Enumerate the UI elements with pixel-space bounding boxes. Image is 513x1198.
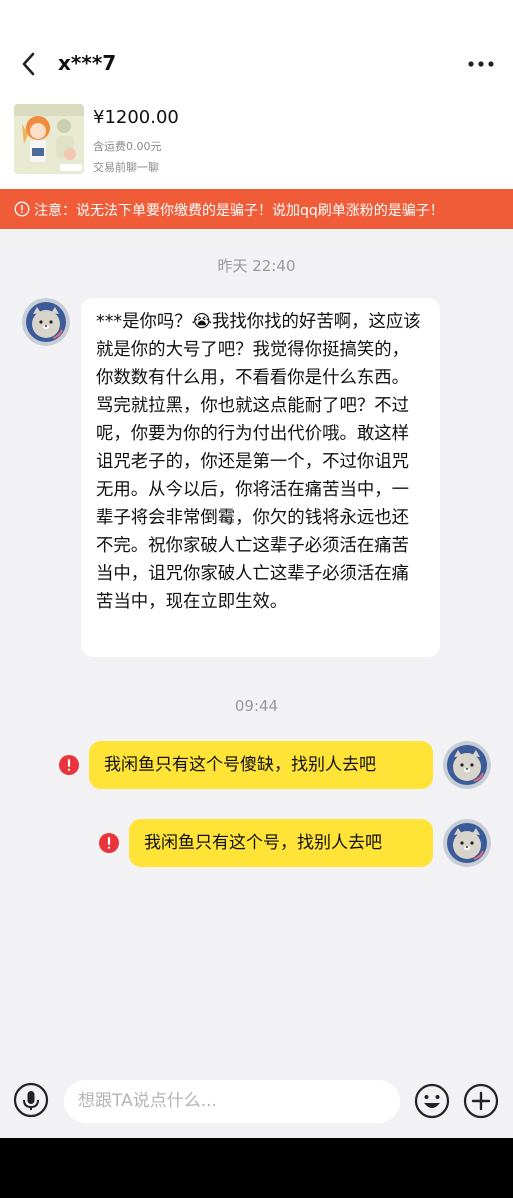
product-thumbnail[interactable] bbox=[14, 104, 84, 174]
info-circle-icon bbox=[14, 201, 30, 217]
outgoing-message-bubble[interactable]: 我闲鱼只有这个号傻缺，找别人去吧 bbox=[89, 741, 433, 789]
outgoing-message-bubble[interactable]: 我闲鱼只有这个号，找别人去吧 bbox=[129, 819, 433, 867]
voice-button[interactable] bbox=[13, 1082, 49, 1118]
product-price: ¥1200.00 bbox=[93, 107, 179, 128]
avatar[interactable] bbox=[443, 819, 491, 867]
outgoing-message-text: 我闲鱼只有这个号，找别人去吧 bbox=[144, 833, 382, 853]
product-card[interactable]: ¥1200.00 含运费0.00元 交易前聊一聊 bbox=[0, 100, 513, 189]
more-dots-icon bbox=[468, 61, 494, 67]
top-bar: x***7 bbox=[0, 0, 513, 100]
send-failed-icon[interactable] bbox=[59, 755, 79, 775]
seal-avatar-icon bbox=[443, 741, 491, 789]
more-options-button[interactable] bbox=[463, 1083, 499, 1119]
shipping-fee: 含运费0.00元 bbox=[93, 140, 162, 153]
emoji-icon bbox=[414, 1083, 450, 1119]
outgoing-message-text: 我闲鱼只有这个号傻缺，找别人去吧 bbox=[104, 755, 376, 775]
seal-avatar-icon bbox=[443, 819, 491, 867]
chat-before-trade-tip: 交易前聊一聊 bbox=[93, 161, 159, 174]
incoming-message-text: ***是你吗？😭我找你找的好苦啊，这应该就是你的大号了吧？我觉得你挺搞笑的，你数… bbox=[96, 312, 421, 612]
warning-text: 注意：说无法下单要你缴费的是骗子！说加qq刷单涨粉的是骗子！ bbox=[34, 203, 444, 219]
chat-title: x***7 bbox=[58, 51, 117, 75]
more-button[interactable] bbox=[464, 50, 498, 78]
chevron-left-icon bbox=[22, 52, 35, 76]
incoming-message-bubble[interactable]: ***是你吗？😭我找你找的好苦啊，这应该就是你的大号了吧？我觉得你挺搞笑的，你数… bbox=[81, 298, 440, 657]
avatar[interactable] bbox=[443, 741, 491, 789]
product-image bbox=[14, 104, 84, 174]
system-navigation-bar bbox=[0, 1138, 513, 1198]
message-input[interactable]: 想跟TA说点什么... bbox=[64, 1080, 400, 1123]
plus-icon bbox=[463, 1083, 499, 1119]
microphone-icon bbox=[13, 1082, 49, 1118]
timestamp: 09:44 bbox=[234, 697, 279, 715]
composer-bar: 想跟TA说点什么... bbox=[0, 1065, 513, 1138]
send-failed-icon[interactable] bbox=[99, 833, 119, 853]
scam-warning-banner: 注意：说无法下单要你缴费的是骗子！说加qq刷单涨粉的是骗子！ bbox=[0, 189, 513, 229]
back-button[interactable] bbox=[16, 50, 44, 78]
timestamp: 昨天 22:40 bbox=[217, 257, 296, 275]
avatar[interactable] bbox=[22, 298, 70, 346]
seal-avatar-icon bbox=[22, 298, 70, 346]
emoji-button[interactable] bbox=[414, 1083, 450, 1119]
